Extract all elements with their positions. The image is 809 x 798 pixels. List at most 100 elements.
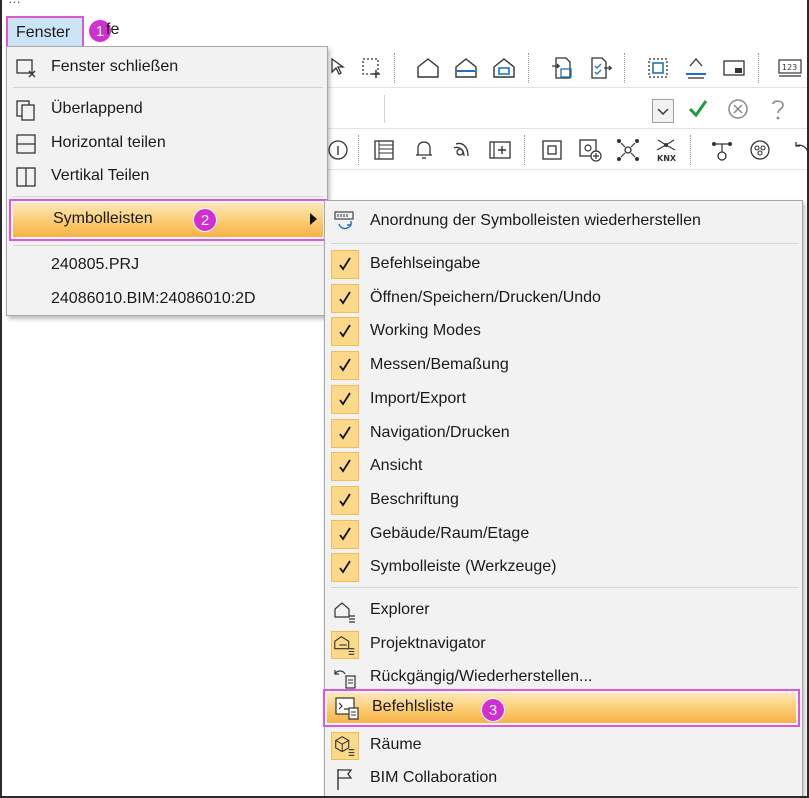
socket-add-icon[interactable] bbox=[576, 136, 604, 164]
menu-item-label: Projektnavigator bbox=[370, 635, 486, 652]
project-navigator-icon bbox=[331, 631, 359, 659]
menu-item-label: Import/Export bbox=[370, 390, 467, 407]
menu-item-toolbar-toggle[interactable]: Symbolleiste (Werkzeuge) bbox=[325, 551, 802, 584]
menu-item-recent-prj[interactable]: 240805.PRJ bbox=[7, 249, 325, 281]
export-document-icon[interactable] bbox=[586, 54, 614, 82]
menu-item-label: Symbolleisten bbox=[53, 210, 153, 227]
submenu-arrow-icon bbox=[310, 213, 317, 225]
menu-hilfe[interactable]: fe bbox=[106, 21, 119, 39]
frame-select-icon[interactable] bbox=[644, 54, 672, 82]
checkmark-icon bbox=[331, 351, 359, 380]
menu-item-projektnavigator[interactable]: Projektnavigator bbox=[325, 628, 802, 661]
application-window: … Fenster 1 fe bbox=[0, 0, 809, 798]
import-document-icon[interactable] bbox=[548, 54, 576, 82]
menu-item-label: 240805.PRJ bbox=[51, 256, 140, 273]
menu-item-raeume[interactable]: Räume bbox=[325, 729, 802, 762]
menu-item-label: Rückgängig/Wiederherstellen... bbox=[370, 668, 593, 685]
menu-item-ueberlappend[interactable]: Überlappend bbox=[7, 93, 325, 125]
bell-icon[interactable] bbox=[410, 136, 438, 164]
menu-fenster-label: Fenster bbox=[16, 24, 71, 41]
menu-item-toolbar-toggle[interactable]: Navigation/Drucken bbox=[325, 417, 802, 450]
signal-icon[interactable] bbox=[448, 136, 476, 164]
menu-item-label: Symbolleiste (Werkzeuge) bbox=[370, 558, 557, 575]
checkmark-icon bbox=[331, 250, 359, 279]
menu-item-symbolleisten[interactable]: Symbolleisten bbox=[9, 199, 327, 241]
menu-item-toolbar-toggle[interactable]: Messen/Bemaßung bbox=[325, 349, 802, 382]
explorer-icon bbox=[331, 597, 359, 625]
menu-item-toolbar-toggle[interactable]: Gebäude/Raum/Etage bbox=[325, 518, 802, 551]
menu-item-label: Messen/Bemaßung bbox=[370, 356, 509, 373]
menu-item-label: Räume bbox=[370, 736, 422, 753]
menu-item-label: Beschriftung bbox=[370, 491, 459, 508]
help-question-icon[interactable] bbox=[764, 95, 792, 123]
house-outline-icon[interactable] bbox=[414, 54, 442, 82]
checkmark-icon bbox=[331, 553, 359, 582]
menu-item-toolbar-toggle[interactable]: Import/Export bbox=[325, 383, 802, 416]
step-badge-2: 2 bbox=[193, 208, 217, 232]
checkmark-icon bbox=[331, 317, 359, 346]
cascade-windows-icon bbox=[15, 99, 37, 121]
menu-item-toolbar-toggle[interactable]: Befehlseingabe bbox=[325, 248, 802, 281]
svg-text:123: 123 bbox=[782, 63, 797, 72]
menu-item-toolbar-toggle[interactable]: Ansicht bbox=[325, 450, 802, 483]
menu-item-label: Vertikal Teilen bbox=[51, 167, 150, 184]
menu-item-label: Working Modes bbox=[370, 322, 481, 339]
menu-item-befehlsliste[interactable]: Befehlsliste bbox=[323, 689, 800, 727]
menu-fenster[interactable]: Fenster bbox=[6, 16, 84, 48]
select-add-icon[interactable] bbox=[358, 54, 386, 82]
toolbar-row-1: 123 bbox=[324, 48, 807, 88]
menu-item-horizontal-teilen[interactable]: Horizontal teilen bbox=[7, 127, 325, 159]
menu-item-label: Gebäude/Raum/Etage bbox=[370, 525, 530, 542]
checkmark-icon bbox=[331, 385, 359, 414]
checkmark-icon bbox=[331, 284, 359, 313]
tri-circle-icon[interactable] bbox=[746, 136, 774, 164]
command-dropdown-button[interactable] bbox=[652, 99, 674, 123]
branch-node-icon[interactable] bbox=[708, 136, 736, 164]
numbering-icon[interactable]: 123 bbox=[776, 54, 804, 82]
menu-item-vertikal-teilen[interactable]: Vertikal Teilen bbox=[7, 160, 325, 192]
info-circle-icon[interactable] bbox=[324, 136, 352, 164]
title-fragment: … bbox=[8, 0, 21, 6]
menu-item-toolbar-toggle[interactable]: Öffnen/Speichern/Drucken/Undo bbox=[325, 282, 802, 315]
menu-item-label: Überlappend bbox=[51, 100, 143, 117]
knx-icon[interactable]: KNX bbox=[652, 136, 680, 164]
menu-item-label: Öffnen/Speichern/Drucken/Undo bbox=[370, 289, 601, 306]
window-layout-icon[interactable] bbox=[720, 54, 748, 82]
menu-item-fenster-schliessen[interactable]: Fenster schließen bbox=[7, 51, 325, 83]
menu-item-recent-bim[interactable]: 24086010.BIM:24086010:2D bbox=[7, 283, 325, 315]
window-close-icon bbox=[15, 57, 37, 79]
socket-icon[interactable] bbox=[538, 136, 566, 164]
checkmark-icon bbox=[331, 452, 359, 481]
checkmark-icon bbox=[331, 520, 359, 549]
menu-item-explorer[interactable]: Explorer bbox=[325, 594, 802, 627]
checkmark-icon[interactable] bbox=[684, 95, 712, 123]
undo-partial-icon[interactable] bbox=[786, 136, 807, 164]
house-floor-icon[interactable] bbox=[452, 54, 480, 82]
menu-item-toolbar-toggle[interactable]: Working Modes bbox=[325, 315, 802, 348]
step-badge-3: 3 bbox=[481, 698, 505, 722]
svg-text:KNX: KNX bbox=[657, 154, 677, 163]
menu-item-label: 24086010.BIM:24086010:2D bbox=[51, 290, 256, 307]
command-input[interactable] bbox=[384, 95, 674, 123]
layer-list-icon[interactable] bbox=[370, 136, 398, 164]
menu-item-bim-collaboration[interactable]: BIM Collaboration bbox=[325, 762, 802, 795]
undo-redo-list-icon bbox=[331, 664, 359, 692]
plane-level-icon[interactable] bbox=[682, 54, 710, 82]
house-room-icon[interactable] bbox=[490, 54, 518, 82]
toolbar-row-3: KNX bbox=[324, 130, 807, 170]
menu-item-toolbar-toggle[interactable]: Beschriftung bbox=[325, 484, 802, 517]
device-plus-icon[interactable] bbox=[486, 136, 514, 164]
network-nodes-icon[interactable] bbox=[614, 136, 642, 164]
menu-item-label: Explorer bbox=[370, 601, 430, 618]
menu-item-label: Navigation/Drucken bbox=[370, 424, 510, 441]
cancel-circle-icon[interactable] bbox=[724, 95, 752, 123]
menu-item-label: Befehlsliste bbox=[372, 698, 454, 715]
restore-toolbars-icon bbox=[331, 208, 359, 236]
command-input-toolbar bbox=[324, 89, 807, 129]
menu-item-restore-toolbars[interactable]: Anordnung der Symbolleisten wiederherste… bbox=[325, 205, 802, 238]
rooms-icon bbox=[331, 732, 359, 760]
menu-item-label: Fenster schließen bbox=[51, 58, 179, 75]
menu-bar: Fenster 1 fe bbox=[2, 12, 807, 48]
select-arrow-icon[interactable] bbox=[326, 54, 354, 82]
menu-item-label: BIM Collaboration bbox=[370, 769, 498, 786]
